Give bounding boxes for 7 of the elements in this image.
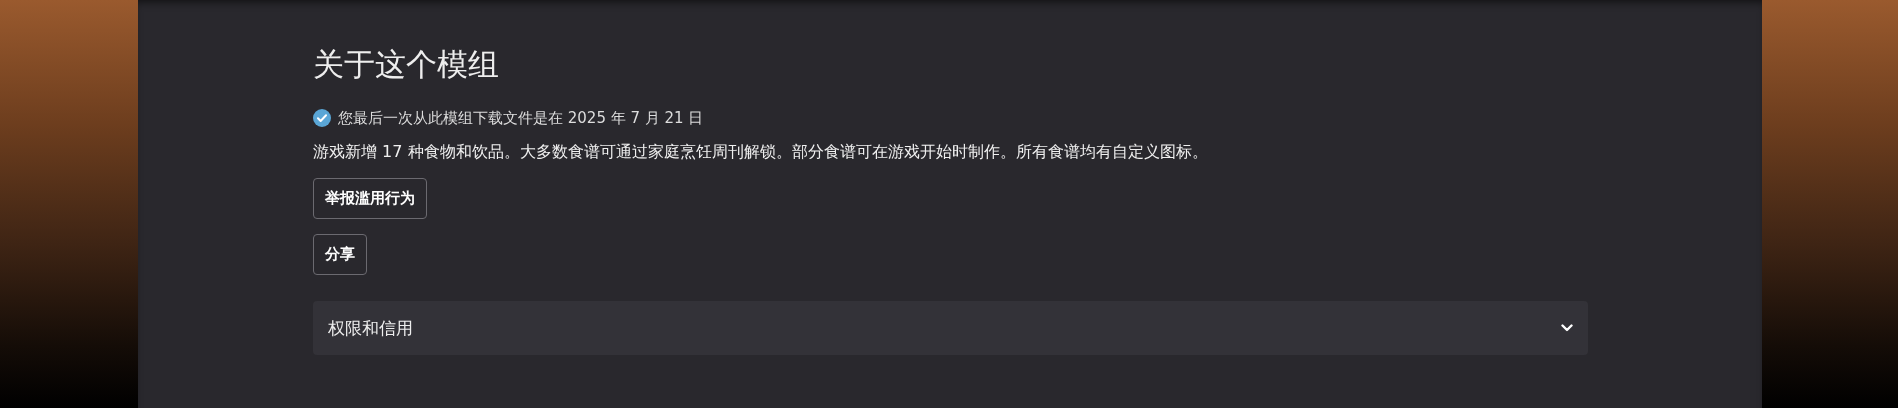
report-button[interactable]: 举报滥用行为 (313, 178, 427, 219)
description-text: 游戏新增 17 种食物和饮品。大多数食谱可通过家庭烹饪周刊解锁。部分食谱可在游戏开始时制作。所有食谱均有自定义图标。 (313, 141, 1209, 163)
section-title: 关于这个模组 (313, 45, 500, 84)
download-notice: 您最后一次从此模组下载文件是在 2025 年 7 月 21 日 (338, 108, 704, 128)
chevron-icon (1561, 324, 1573, 332)
accordion-header[interactable]: 权限和信用 (313, 301, 1588, 355)
share-button[interactable]: 分享 (313, 234, 367, 275)
